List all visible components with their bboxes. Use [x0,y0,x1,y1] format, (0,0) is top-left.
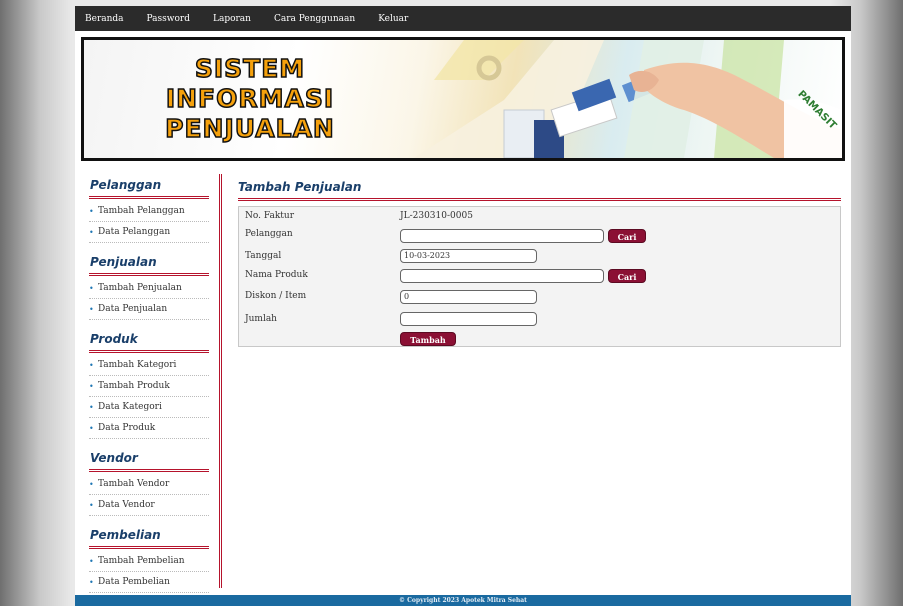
sidebar-section-produk: Produk Tambah Kategori Tambah Produk Dat… [89,332,209,439]
sidebar-item-tambah-produk[interactable]: Tambah Produk [89,376,209,397]
sidebar-item-data-pelanggan[interactable]: Data Pelanggan [89,222,209,243]
sidebar-item-tambah-pelanggan[interactable]: Tambah Pelanggan [89,201,209,222]
tambah-button[interactable]: Tambah [400,332,456,346]
nav-laporan[interactable]: Laporan [213,14,251,24]
nav-keluar[interactable]: Keluar [378,14,408,24]
sidebar-section-title: Pelanggan [89,178,209,199]
produk-cari-button[interactable]: Cari [608,269,646,283]
banner-title-line-1: SISTEM [194,53,306,84]
sidebar-section-title: Penjualan [89,255,209,276]
sidebar-section-pembelian: Pembelian Tambah Pembelian Data Pembelia… [89,528,209,593]
sidebar-section-vendor: Vendor Tambah Vendor Data Vendor [89,451,209,516]
jumlah-label: Jumlah [245,314,277,324]
banner-title-line-2: INFORMASI [165,83,335,114]
sidebar-item-tambah-vendor[interactable]: Tambah Vendor [89,474,209,495]
pelanggan-cari-button[interactable]: Cari [608,229,646,243]
sidebar-item-data-pembelian[interactable]: Data Pembelian [89,572,209,593]
pelanggan-label: Pelanggan [245,229,293,239]
banner-title: SISTEM INFORMASI PENJUALAN [140,53,360,144]
page: Beranda Password Laporan Cara Penggunaan… [75,6,851,606]
tanggal-label: Tanggal [245,251,282,261]
sidebar-item-data-produk[interactable]: Data Produk [89,418,209,439]
footer-copyright: © Copyright 2023 Apotek Mitra Sehat [75,595,851,606]
sidebar-item-tambah-kategori[interactable]: Tambah Kategori [89,355,209,376]
sidebar-section-pelanggan: Pelanggan Tambah Pelanggan Data Pelangga… [89,178,209,243]
jumlah-input[interactable] [400,312,537,326]
sidebar-item-tambah-penjualan[interactable]: Tambah Penjualan [89,278,209,299]
sidebar: Pelanggan Tambah Pelanggan Data Pelangga… [89,178,209,605]
sidebar-item-data-vendor[interactable]: Data Vendor [89,495,209,516]
top-nav: Beranda Password Laporan Cara Penggunaan… [75,6,851,31]
sidebar-item-data-kategori[interactable]: Data Kategori [89,397,209,418]
header-banner: PAMASIT SISTEM INFORMASI PENJUALAN [81,37,845,161]
banner-title-line-3: PENJUALAN [164,113,335,144]
sidebar-item-tambah-pembelian[interactable]: Tambah Pembelian [89,551,209,572]
nav-cara-penggunaan[interactable]: Cara Penggunaan [274,14,355,24]
diskon-label: Diskon / Item [245,291,307,301]
nav-beranda[interactable]: Beranda [85,14,124,24]
nama-produk-input[interactable] [400,269,604,283]
sidebar-section-title: Produk [89,332,209,353]
no-faktur-value: JL-230310-0005 [400,211,473,221]
nama-produk-label: Nama Produk [245,270,308,280]
sidebar-section-title: Vendor [89,451,209,472]
page-title: Tambah Penjualan [238,180,841,201]
pelanggan-input[interactable] [400,229,604,243]
sidebar-item-data-penjualan[interactable]: Data Penjualan [89,299,209,320]
penjualan-form: No. Faktur JL-230310-0005 Pelanggan Cari… [238,206,841,347]
main-content: Tambah Penjualan No. Faktur JL-230310-00… [238,180,841,347]
no-faktur-label: No. Faktur [245,211,295,221]
diskon-input[interactable]: 0 [400,290,537,304]
tanggal-input[interactable]: 10-03-2023 [400,249,537,263]
sidebar-section-title: Pembelian [89,528,209,549]
sidebar-divider [219,174,222,588]
nav-password[interactable]: Password [147,14,190,24]
sidebar-section-penjualan: Penjualan Tambah Penjualan Data Penjuala… [89,255,209,320]
